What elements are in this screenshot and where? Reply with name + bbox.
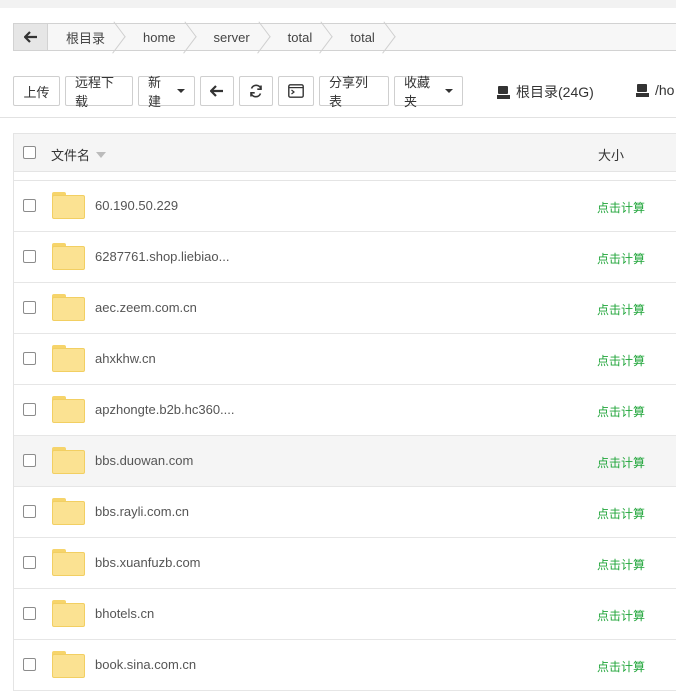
calculate-size-link[interactable]: 点击计算	[597, 301, 645, 318]
file-name[interactable]: 60.190.50.229	[95, 198, 178, 213]
row-checkbox[interactable]	[23, 607, 36, 620]
file-name[interactable]: aec.zeem.com.cn	[95, 300, 197, 315]
back-nav-button[interactable]	[200, 76, 234, 106]
breadcrumb-item-home[interactable]: home	[125, 24, 196, 50]
file-name[interactable]: bbs.xuanfuzb.com	[95, 555, 201, 570]
folder-icon	[52, 651, 85, 678]
breadcrumb-item-server[interactable]: server	[196, 24, 270, 50]
favorites-button-label: 收藏夹	[404, 75, 431, 109]
calculate-size-link[interactable]: 点击计算	[597, 658, 645, 675]
caret-down-icon	[177, 89, 185, 93]
calculate-size-link[interactable]: 点击计算	[597, 454, 645, 471]
file-table: 文件名 大小 60.190.50.229 点击计算 6287761.shop.l…	[13, 133, 676, 691]
breadcrumb-item-total[interactable]: total	[270, 24, 333, 50]
column-header-name[interactable]: 文件名	[51, 145, 107, 164]
calculate-size-link[interactable]: 点击计算	[597, 250, 645, 267]
folder-icon	[52, 192, 85, 219]
file-name[interactable]: ahxkhw.cn	[95, 351, 156, 366]
disk-home-label: /ho	[655, 82, 675, 98]
table-row[interactable]: bbs.xuanfuzb.com 点击计算	[14, 538, 676, 589]
favorites-dropdown-button[interactable]: 收藏夹	[394, 75, 463, 109]
arrow-left-icon	[23, 31, 37, 43]
table-row[interactable]: book.sina.com.cn 点击计算	[14, 640, 676, 691]
row-checkbox[interactable]	[23, 454, 36, 467]
calculate-size-link[interactable]: 点击计算	[597, 403, 645, 420]
remote-download-button[interactable]: 远程下载	[65, 75, 133, 109]
breadcrumb: 根目录 home server total total	[13, 23, 676, 51]
table-row[interactable]: bbs.rayli.com.cn 点击计算	[14, 487, 676, 538]
arrow-left-icon	[210, 85, 223, 97]
folder-icon	[52, 345, 85, 372]
divider	[0, 117, 676, 118]
share-list-button[interactable]: 分享列表	[319, 75, 389, 109]
row-checkbox[interactable]	[23, 301, 36, 314]
table-row[interactable]: bbs.duowan.com 点击计算	[14, 436, 676, 487]
folder-icon	[52, 396, 85, 423]
column-header-size[interactable]: 大小	[598, 145, 624, 164]
file-name[interactable]: book.sina.com.cn	[95, 657, 196, 672]
row-checkbox[interactable]	[23, 556, 36, 569]
breadcrumb-item-root[interactable]: 根目录	[48, 24, 125, 50]
row-checkbox[interactable]	[23, 403, 36, 416]
folder-icon	[52, 600, 85, 627]
breadcrumb-item-total-current[interactable]: total	[332, 24, 395, 50]
caret-down-icon	[445, 89, 453, 93]
disk-root[interactable]: 根目录(24G)	[497, 82, 594, 102]
table-row[interactable]: aec.zeem.com.cn 点击计算	[14, 283, 676, 334]
refresh-button[interactable]	[239, 76, 273, 106]
select-all-checkbox[interactable]	[23, 146, 36, 159]
terminal-icon	[288, 84, 304, 98]
disk-home[interactable]: /ho	[636, 82, 674, 98]
new-button-label: 新建	[148, 75, 162, 109]
folder-icon	[52, 294, 85, 321]
hdd-icon	[497, 86, 510, 99]
file-name[interactable]: bhotels.cn	[95, 606, 154, 621]
top-strip	[0, 0, 676, 8]
row-checkbox[interactable]	[23, 250, 36, 263]
folder-icon	[52, 243, 85, 270]
file-toolbar: 上传 远程下载 新建 分享列表 收藏夹	[13, 75, 468, 109]
file-name[interactable]: bbs.duowan.com	[95, 453, 193, 468]
upload-button[interactable]: 上传	[13, 76, 60, 106]
table-row[interactable]: 6287761.shop.liebiao... 点击计算	[14, 232, 676, 283]
calculate-size-link[interactable]: 点击计算	[597, 199, 645, 216]
table-row[interactable]: ahxkhw.cn 点击计算	[14, 334, 676, 385]
row-checkbox[interactable]	[23, 352, 36, 365]
folder-icon	[52, 447, 85, 474]
file-name[interactable]: bbs.rayli.com.cn	[95, 504, 189, 519]
back-button[interactable]	[14, 24, 48, 50]
file-name[interactable]: 6287761.shop.liebiao...	[95, 249, 229, 264]
table-header: 文件名 大小	[14, 134, 676, 172]
sort-caret-icon	[96, 151, 107, 158]
file-name[interactable]: apzhongte.b2b.hc360....	[95, 402, 235, 417]
table-row[interactable]: bhotels.cn 点击计算	[14, 589, 676, 640]
calculate-size-link[interactable]: 点击计算	[597, 607, 645, 624]
table-row[interactable]: 60.190.50.229 点击计算	[14, 181, 676, 232]
row-checkbox[interactable]	[23, 505, 36, 518]
terminal-button[interactable]	[278, 76, 314, 106]
row-checkbox[interactable]	[23, 658, 36, 671]
calculate-size-link[interactable]: 点击计算	[597, 352, 645, 369]
folder-icon	[52, 498, 85, 525]
disk-root-label: 根目录(24G)	[516, 84, 594, 100]
new-dropdown-button[interactable]: 新建	[138, 75, 195, 109]
hdd-icon	[636, 84, 649, 97]
column-header-name-label: 文件名	[51, 148, 91, 163]
row-checkbox[interactable]	[23, 199, 36, 212]
refresh-icon	[250, 84, 262, 98]
folder-icon	[52, 549, 85, 576]
calculate-size-link[interactable]: 点击计算	[597, 556, 645, 573]
table-spacer	[14, 172, 676, 181]
table-row[interactable]: apzhongte.b2b.hc360.... 点击计算	[14, 385, 676, 436]
calculate-size-link[interactable]: 点击计算	[597, 505, 645, 522]
